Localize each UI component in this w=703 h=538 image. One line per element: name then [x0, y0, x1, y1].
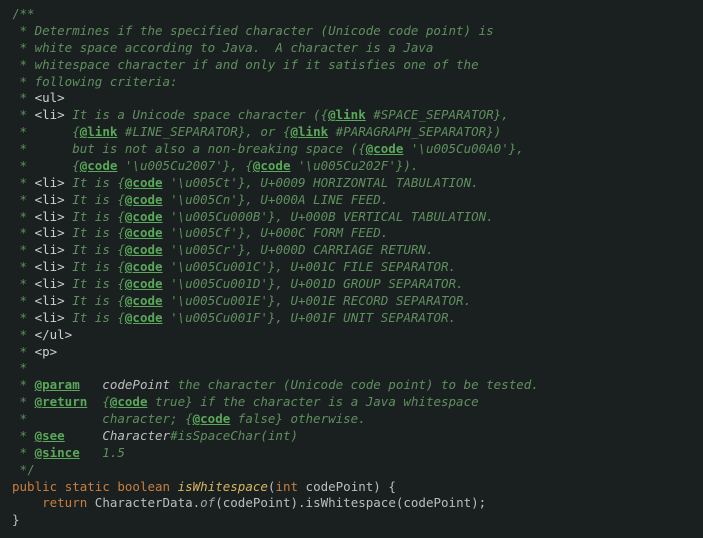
- li-tag: <li>: [35, 192, 65, 207]
- link-tag: @link: [80, 124, 118, 139]
- javadoc-star: *: [12, 394, 35, 409]
- javadoc-star: *: [12, 360, 27, 375]
- javadoc-star: *: [12, 107, 35, 122]
- javadoc-star: *: [12, 259, 35, 274]
- javadoc-line: * following criteria:: [12, 74, 178, 89]
- javadoc-star: *: [12, 90, 35, 105]
- param-codepoint: codePoint: [298, 479, 373, 494]
- javadoc-star: *: [12, 192, 35, 207]
- javadoc-text: It is a Unicode space character (: [65, 107, 321, 122]
- javadoc-star: *: [12, 310, 35, 325]
- code-tag: @code: [125, 259, 163, 274]
- javadoc-star: *: [12, 377, 35, 392]
- javadoc-star: *: [12, 428, 35, 443]
- javadoc-line: * Determines if the specified character …: [12, 23, 494, 38]
- javadoc-star: *: [12, 158, 27, 173]
- class-characterdata: CharacterData: [87, 495, 192, 510]
- javadoc-open: /**: [12, 6, 35, 21]
- method-of: of: [200, 495, 215, 510]
- method-name: isWhitespace: [178, 479, 268, 494]
- keyword-public: public: [12, 479, 57, 494]
- code-tag: @code: [125, 293, 163, 308]
- code-tag: @code: [125, 225, 163, 240]
- code-tag: @code: [125, 209, 163, 224]
- li-tag: <li>: [35, 276, 65, 291]
- javadoc-line: * whitespace character if and only if it…: [12, 57, 479, 72]
- ul-open-tag: <ul>: [35, 90, 65, 105]
- javadoc-line: * character; {: [12, 411, 193, 426]
- li-tag: <li>: [35, 107, 65, 122]
- param-name: codePoint: [80, 377, 170, 392]
- code-tag: @code: [125, 276, 163, 291]
- code-tag: @code: [125, 192, 163, 207]
- code-tag: @code: [110, 394, 148, 409]
- javadoc-star: *: [12, 209, 35, 224]
- li-tag: <li>: [35, 293, 65, 308]
- see-class: Character: [102, 428, 170, 443]
- closing-brace: }: [12, 512, 20, 527]
- method-iswhitespace: isWhitespace: [306, 495, 396, 510]
- code-tag: @code: [125, 242, 163, 257]
- li-tag: <li>: [35, 259, 65, 274]
- javadoc-close: */: [12, 462, 35, 477]
- code-tag: @code: [193, 411, 231, 426]
- javadoc-star: *: [12, 225, 35, 240]
- javadoc-ref: #SPACE_SEPARATOR: [366, 107, 494, 122]
- javadoc-line: * white space according to Java. A chara…: [12, 40, 433, 55]
- code-tag: @code: [125, 175, 163, 190]
- javadoc-star: *: [12, 124, 27, 139]
- keyword-int: int: [275, 479, 298, 494]
- li-tag: <li>: [35, 310, 65, 325]
- li-tag: <li>: [35, 209, 65, 224]
- javadoc-star: *: [12, 327, 35, 342]
- li-tag: <li>: [35, 242, 65, 257]
- javadoc-star: *: [12, 445, 35, 460]
- code-tag: @code: [125, 310, 163, 325]
- code-editor[interactable]: /** * Determines if the specified charac…: [0, 0, 703, 529]
- javadoc-star: *: [12, 276, 35, 291]
- link-tag: @link: [291, 124, 329, 139]
- keyword-return: return: [42, 495, 87, 510]
- link-tag: @link: [328, 107, 366, 122]
- li-tag: <li>: [35, 175, 65, 190]
- code-tag: @code: [253, 158, 291, 173]
- javadoc-star: *: [12, 344, 35, 359]
- javadoc-star: *: [12, 141, 27, 156]
- see-tag: @see: [35, 428, 65, 443]
- ul-close-tag: </ul>: [35, 327, 73, 342]
- keyword-static: static: [65, 479, 110, 494]
- code-tag: @code: [366, 141, 404, 156]
- javadoc-star: *: [12, 175, 35, 190]
- li-tag: <li>: [35, 225, 65, 240]
- javadoc-star: *: [12, 242, 35, 257]
- since-tag: @since: [35, 445, 80, 460]
- return-tag: @return: [35, 394, 88, 409]
- p-tag: <p>: [35, 344, 58, 359]
- keyword-boolean: boolean: [117, 479, 170, 494]
- code-tag: @code: [80, 158, 118, 173]
- javadoc-star: *: [12, 293, 35, 308]
- param-tag: @param: [35, 377, 80, 392]
